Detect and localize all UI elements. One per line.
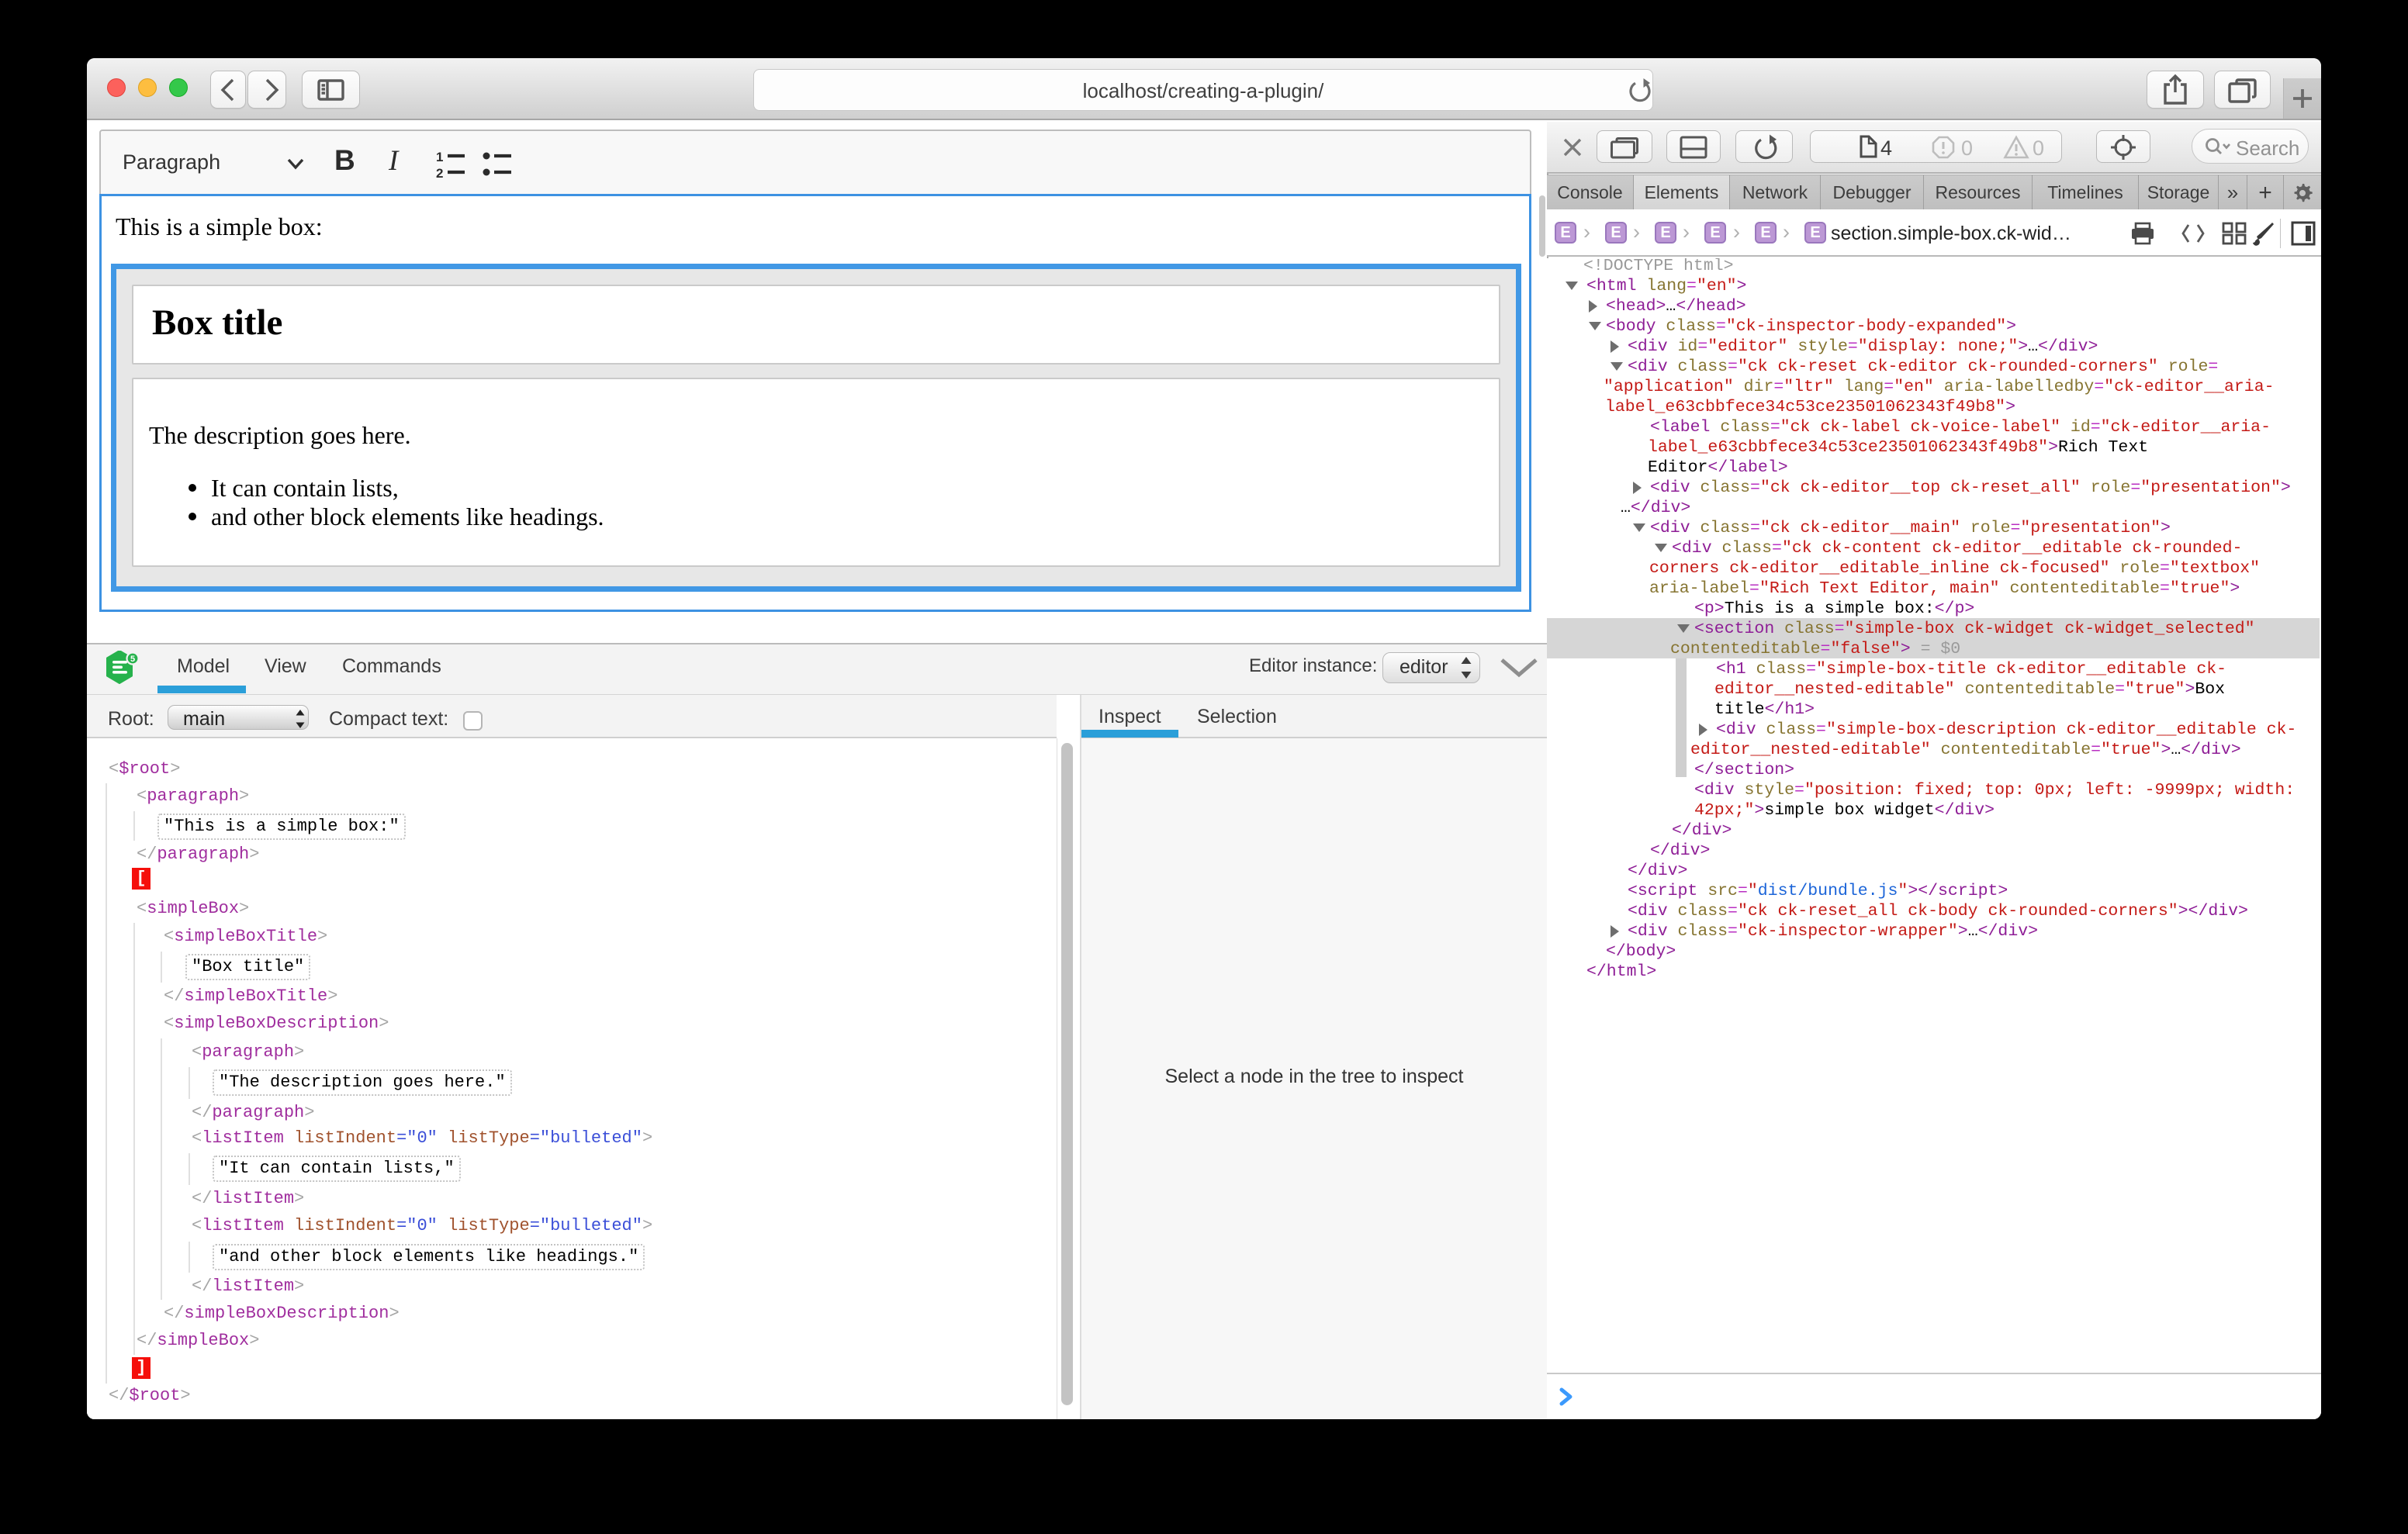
svg-text:2: 2 <box>436 166 443 181</box>
svg-text:1: 1 <box>436 150 443 164</box>
svg-text:5: 5 <box>130 655 135 664</box>
